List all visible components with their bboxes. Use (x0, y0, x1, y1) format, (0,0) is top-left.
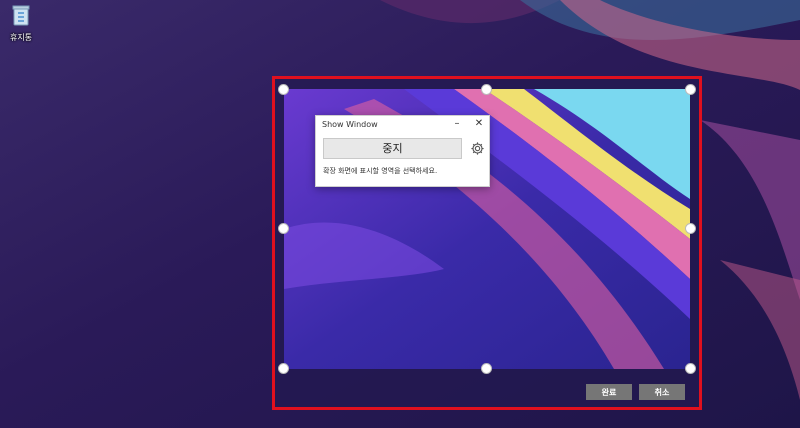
resize-handle-top[interactable] (481, 84, 492, 95)
gear-icon[interactable] (470, 141, 485, 156)
resize-handle-bottom-right[interactable] (685, 363, 696, 374)
resize-handle-top-right[interactable] (685, 84, 696, 95)
resize-handle-left[interactable] (278, 223, 289, 234)
resize-handle-right[interactable] (685, 223, 696, 234)
resize-handle-bottom-left[interactable] (278, 363, 289, 374)
close-button[interactable]: ✕ (472, 117, 486, 131)
show-window-dialog: Show Window – ✕ 중지 확장 화면에 표시할 영역을 선택하세요. (315, 115, 490, 187)
resize-handle-bottom[interactable] (481, 363, 492, 374)
cancel-button[interactable]: 취소 (639, 384, 685, 400)
resize-handle-top-left[interactable] (278, 84, 289, 95)
done-button[interactable]: 완료 (586, 384, 632, 400)
recycle-bin-icon (12, 5, 30, 26)
recycle-bin-label: 휴지통 (9, 33, 33, 42)
recycle-bin-shortcut[interactable]: 휴지통 (4, 4, 38, 43)
dialog-title: Show Window (322, 120, 378, 129)
instruction-text: 확장 화면에 표시할 영역을 선택하세요. (323, 167, 438, 175)
stop-button[interactable]: 중지 (323, 138, 462, 159)
minimize-button[interactable]: – (450, 117, 464, 131)
